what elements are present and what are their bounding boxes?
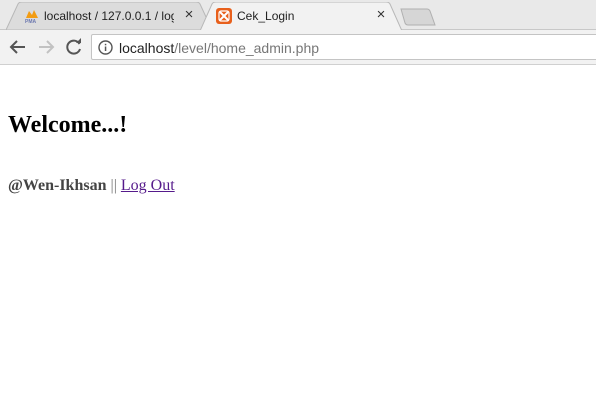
logout-link[interactable]: Log Out <box>121 177 175 194</box>
close-icon[interactable]: × <box>374 7 388 22</box>
svg-text:PMA: PMA <box>25 19 37 24</box>
tab-phpmyadmin[interactable]: PMA localhost / 127.0.0.1 / login × <box>6 2 212 30</box>
url-text: localhost/level/home_admin.php <box>119 40 319 56</box>
page-content: Welcome...! @Wen-Ikhsan || Log Out <box>0 66 596 396</box>
back-arrow-icon[interactable] <box>7 36 29 58</box>
url-host: localhost <box>119 40 175 56</box>
user-line: @Wen-Ikhsan || Log Out <box>8 177 175 195</box>
new-tab-button[interactable] <box>400 8 436 26</box>
browser-toolbar: localhost/level/home_admin.php <box>0 30 596 65</box>
tab-title: localhost / 127.0.0.1 / login <box>44 9 174 23</box>
reload-icon[interactable] <box>63 36 85 58</box>
username: @Wen-Ikhsan <box>8 177 107 194</box>
tab-cek-login[interactable]: Cek_Login × <box>200 2 402 31</box>
page-title: Welcome...! <box>8 112 128 138</box>
forward-arrow-icon[interactable] <box>35 36 57 58</box>
tab-title: Cek_Login <box>237 9 295 23</box>
url-path: /level/home_admin.php <box>174 40 320 56</box>
info-icon[interactable] <box>98 40 113 55</box>
xampp-icon <box>216 8 232 24</box>
separator: || <box>110 177 117 194</box>
address-bar[interactable]: localhost/level/home_admin.php <box>91 34 596 60</box>
close-icon[interactable]: × <box>182 7 196 22</box>
phpmyadmin-icon: PMA <box>24 8 40 25</box>
tab-strip: PMA localhost / 127.0.0.1 / login × Cek_… <box>0 0 596 31</box>
